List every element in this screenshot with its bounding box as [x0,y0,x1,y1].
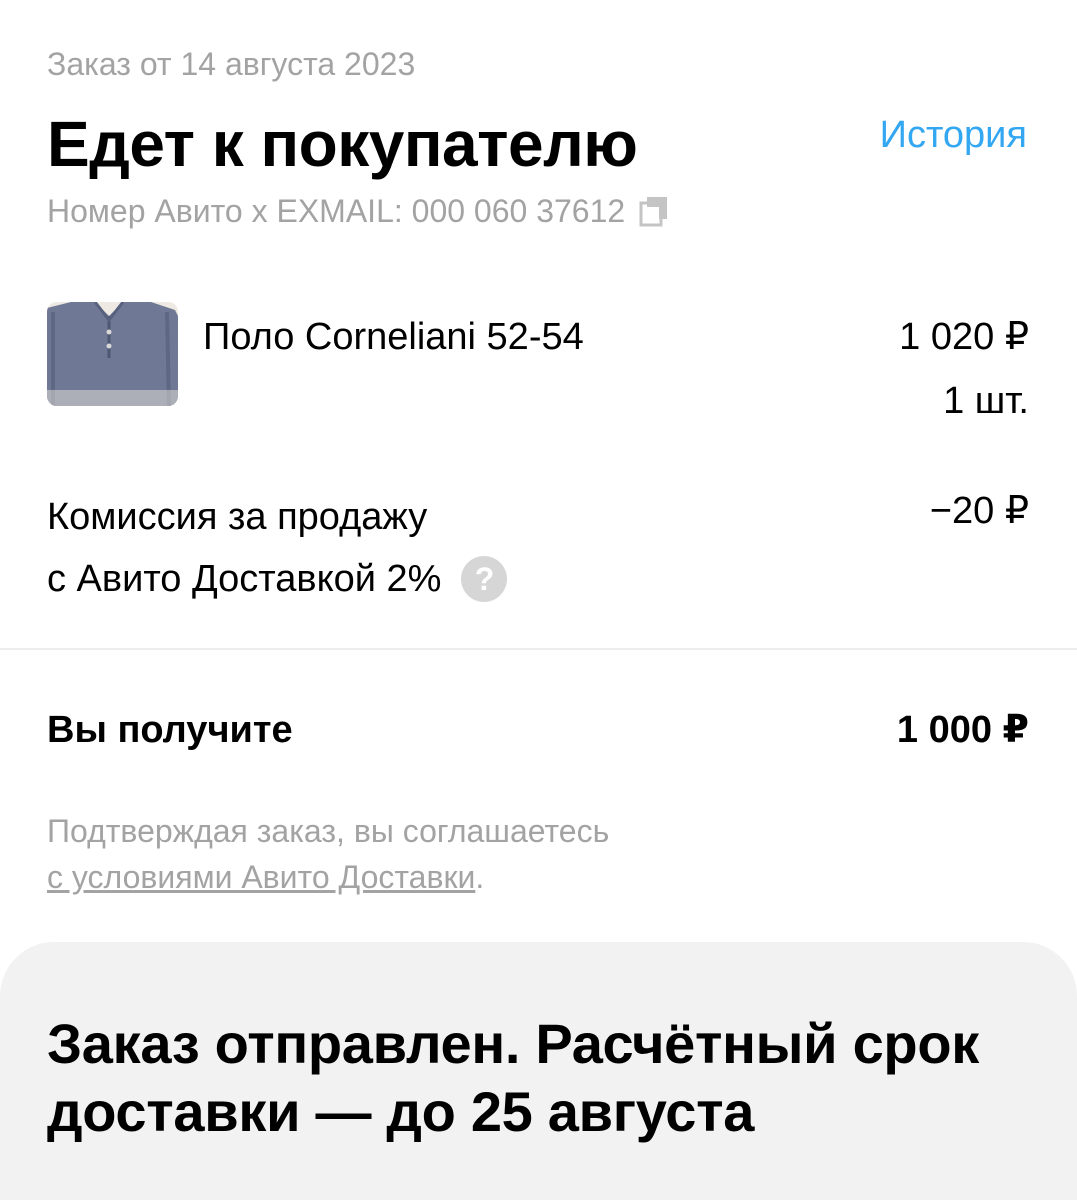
product-price: 1 020 ₽ [899,316,1029,358]
product-quantity: 1 шт. [943,380,1029,422]
product-thumbnail[interactable] [47,302,178,406]
terms-link[interactable]: с условиями Авито Доставки [47,859,475,895]
terms-suffix: . [475,859,485,895]
help-icon[interactable]: ? [461,556,508,602]
tracking-number-text: Номер Авито x EXMAIL: 000 060 37612 [47,193,626,229]
product-item[interactable]: Поло Corneliani 52-54 1 020 ₽ 1 шт. [47,302,1029,422]
payout-total-row: Вы получите 1 000 ₽ [47,704,1029,756]
commission-label-line1: Комиссия за продажу [47,496,428,538]
history-link[interactable]: История [880,112,1027,158]
order-date: Заказ от 14 августа 2023 [47,46,416,82]
payout-value: 1 000 ₽ [896,709,1029,751]
terms-notice: Подтверждая заказ, вы соглашаетесь с усл… [47,808,609,900]
order-status-title: Едет к покупателю [47,108,638,180]
terms-line1: Подтверждая заказ, вы соглашаетесь [47,813,610,849]
polo-shirt-photo-icon [47,302,178,406]
commission-label-line2-wrap: с Авито Доставкой 2% ? [47,548,607,610]
order-details-screen: Заказ от 14 августа 2023 Едет к покупате… [0,0,1077,1200]
commission-row: Комиссия за продажу с Авито Доставкой 2%… [47,486,1029,606]
tracking-number-row: Номер Авито x EXMAIL: 000 060 37612 [47,190,673,232]
terms-line2: с условиями Авито Доставки. [47,854,609,900]
delivery-status-title: Заказ отправлен. Расчётный срок доставки… [47,1012,979,1143]
divider [0,648,1077,650]
commission-label-line2: с Авито Доставкой 2% [47,558,442,600]
commission-label: Комиссия за продажу с Авито Доставкой 2%… [47,486,607,610]
product-name[interactable]: Поло Corneliani 52-54 [203,314,584,360]
copy-icon[interactable] [637,193,673,229]
commission-value: −20 ₽ [929,490,1029,532]
payout-label: Вы получите [47,709,293,751]
